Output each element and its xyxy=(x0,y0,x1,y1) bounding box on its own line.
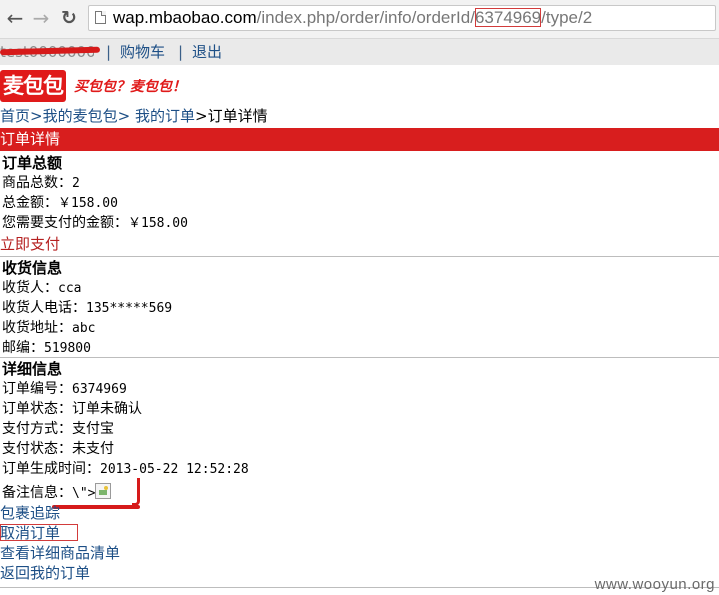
receiver-value: cca xyxy=(58,281,82,296)
total-amount-row: 总金额：￥158.00 xyxy=(2,193,118,214)
phone-row: 收货人电话：135*****569 xyxy=(2,298,172,319)
address-row: 收货地址：abc xyxy=(2,318,95,339)
pay-status-value: 未支付 xyxy=(72,441,114,457)
created-label: 订单生成时间： xyxy=(2,461,100,477)
created-value: 2013-05-22 12:52:28 xyxy=(100,462,249,477)
pay-status-label: 支付状态： xyxy=(2,441,72,457)
address-label: 收货地址： xyxy=(2,320,72,336)
zip-row: 邮编：519800 xyxy=(2,338,91,359)
separator: | xyxy=(106,43,112,61)
item-count-value: 2 xyxy=(72,176,80,191)
created-row: 订单生成时间：2013-05-22 12:52:28 xyxy=(2,459,249,480)
logout-link[interactable]: 退出 xyxy=(192,39,222,65)
url-path-end: /type/2 xyxy=(541,8,593,27)
breadcrumb-sep: > xyxy=(30,107,43,125)
total-amount-label: 总金额： xyxy=(2,195,58,211)
order-status-value: 订单未确认 xyxy=(72,401,142,417)
payable-label: 您需要支付的金额： xyxy=(2,215,128,231)
shipping-heading: 收货信息 xyxy=(2,259,63,277)
pay-status-row: 支付状态：未支付 xyxy=(2,439,114,459)
order-status-row: 订单状态：订单未确认 xyxy=(2,399,142,419)
user-bar: test0000000 | 购物车 | 退出 xyxy=(0,39,719,65)
back-arrow-icon[interactable]: ← xyxy=(4,6,26,30)
phone-label: 收货人电话： xyxy=(2,300,86,316)
watermark: www.wooyun.org xyxy=(594,576,715,593)
view-items-link[interactable]: 查看详细商品清单 xyxy=(0,543,120,563)
pay-method-label: 支付方式： xyxy=(2,421,72,437)
breadcrumb-sep: > xyxy=(194,107,208,125)
url-order-id: 6374969 xyxy=(474,8,542,27)
breadcrumb: 首页>我的麦包包> 我的订单>订单详情 xyxy=(0,105,268,127)
breadcrumb-current: 订单详情 xyxy=(207,107,268,125)
forward-arrow-icon[interactable]: → xyxy=(30,6,52,30)
address-bar[interactable]: wap.mbaobao.com/index.php/order/info/ord… xyxy=(88,5,716,31)
zip-value: 519800 xyxy=(44,341,91,356)
order-no-label: 订单编号： xyxy=(2,381,72,397)
cart-link[interactable]: 购物车 xyxy=(120,39,165,65)
divider xyxy=(0,357,719,358)
order-no-row: 订单编号：6374969 xyxy=(2,379,127,400)
back-to-orders-link[interactable]: 返回我的订单 xyxy=(0,563,90,583)
highlight-underline xyxy=(52,505,140,509)
item-count-label: 商品总数： xyxy=(2,175,72,191)
browser-toolbar: ← → ↻ wap.mbaobao.com/index.php/order/in… xyxy=(0,0,719,39)
details-heading: 详细信息 xyxy=(2,360,63,378)
phone-value: 135*****569 xyxy=(86,301,173,316)
section-title: 订单详情 xyxy=(0,130,61,148)
site-logo[interactable]: 麦包包 xyxy=(0,70,66,102)
divider xyxy=(0,256,719,257)
page-icon xyxy=(95,11,106,24)
receiver-label: 收货人： xyxy=(2,280,58,296)
remark-row: 备注信息：\"> xyxy=(2,483,112,504)
breadcrumb-orders[interactable]: 我的订单 xyxy=(135,107,195,125)
order-no-value: 6374969 xyxy=(72,382,127,397)
broken-image-icon xyxy=(95,483,112,499)
url-path: /index.php/order/info/orderId/ xyxy=(256,8,475,27)
separator: | xyxy=(178,43,184,61)
cancel-order-link[interactable]: 取消订单 xyxy=(0,523,60,543)
totals-heading: 订单总额 xyxy=(2,154,63,172)
payable-row: 您需要支付的金额：￥158.00 xyxy=(2,213,188,234)
section-title-bar: 订单详情 xyxy=(0,128,719,151)
remark-label: 备注信息： xyxy=(2,485,72,501)
order-status-label: 订单状态： xyxy=(2,401,72,417)
zip-label: 邮编： xyxy=(2,340,44,356)
highlight-bracket xyxy=(132,478,140,506)
breadcrumb-sep: > xyxy=(117,107,131,125)
url-text[interactable]: wap.mbaobao.com/index.php/order/info/ord… xyxy=(113,8,592,28)
payable-value: ￥158.00 xyxy=(128,216,188,231)
address-value: abc xyxy=(72,321,96,336)
item-count-row: 商品总数：2 xyxy=(2,173,80,194)
total-amount-value: ￥158.00 xyxy=(58,196,118,211)
pay-method-row: 支付方式：支付宝 xyxy=(2,419,114,439)
breadcrumb-my[interactable]: 我的麦包包 xyxy=(43,107,118,125)
url-host: wap.mbaobao.com xyxy=(113,8,257,27)
pay-now-link[interactable]: 立即支付 xyxy=(0,234,60,254)
breadcrumb-home[interactable]: 首页 xyxy=(0,107,30,125)
remark-value: \"> xyxy=(72,486,96,501)
reload-icon[interactable]: ↻ xyxy=(58,6,80,30)
pay-method-value: 支付宝 xyxy=(72,421,114,437)
slogan: 买包包？麦包包！ xyxy=(74,79,186,95)
receiver-row: 收货人：cca xyxy=(2,278,81,299)
track-package-link[interactable]: 包裹追踪 xyxy=(0,503,60,523)
